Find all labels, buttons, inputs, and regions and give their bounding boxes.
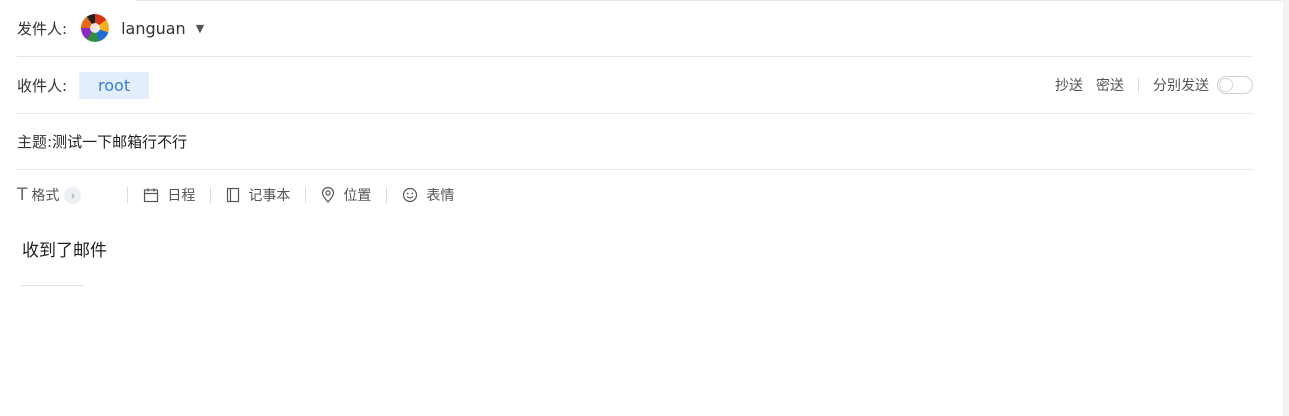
emoji-button[interactable]: 表情 (402, 185, 454, 205)
recipient-row: 收件人: root 抄送 密送 分别发送 (17, 57, 1253, 114)
location-button[interactable]: 位置 (321, 185, 371, 205)
subject-label: 主题: (17, 133, 53, 151)
divider (305, 187, 307, 203)
bcc-button[interactable]: 密送 (1096, 75, 1124, 95)
text-format-icon: T (17, 185, 28, 205)
schedule-button[interactable]: 日程 (143, 185, 195, 205)
recipient-actions: 抄送 密送 分别发送 (1055, 75, 1253, 95)
cc-button[interactable]: 抄送 (1055, 75, 1083, 95)
recipient-label: 收件人: (17, 76, 68, 95)
divider (127, 187, 129, 203)
message-body[interactable]: 收到了邮件 (22, 236, 107, 261)
subject-input[interactable]: 测试一下邮箱行不行 (52, 131, 187, 152)
divider (386, 187, 388, 203)
divider (210, 187, 212, 203)
sender-name[interactable]: languan (121, 19, 186, 38)
recipient-chip[interactable]: root (79, 71, 150, 99)
smiley-icon (403, 187, 418, 203)
sender-label: 发件人: (17, 19, 68, 38)
chevron-right-icon[interactable]: › (64, 186, 82, 204)
format-label: 格式 (31, 188, 60, 204)
sender-row: 发件人: languan ▼ (17, 0, 1253, 57)
location-label: 位置 (343, 188, 372, 204)
location-pin-icon (322, 187, 335, 203)
notebook-label: 记事本 (248, 188, 291, 204)
chevron-down-icon[interactable]: ▼ (196, 22, 204, 35)
notebook-button[interactable]: 记事本 (226, 185, 290, 205)
scrollbar-track[interactable] (1283, 0, 1289, 416)
separate-send-label: 分别发送 (1153, 78, 1209, 94)
subject-row[interactable]: 主题: 测试一下邮箱行不行 (17, 114, 1253, 170)
sender-avatar (81, 14, 110, 42)
compose-toolbar: T 格式 › 日程 记事本 位置 表情 (17, 180, 454, 210)
format-button[interactable]: T 格式 › (17, 185, 82, 205)
notebook-icon (227, 187, 240, 203)
signature-divider (21, 285, 84, 286)
emoji-label: 表情 (426, 188, 455, 204)
calendar-icon (144, 188, 159, 203)
divider (1138, 77, 1139, 93)
separate-send-toggle[interactable] (1217, 76, 1253, 94)
schedule-label: 日程 (167, 188, 196, 204)
